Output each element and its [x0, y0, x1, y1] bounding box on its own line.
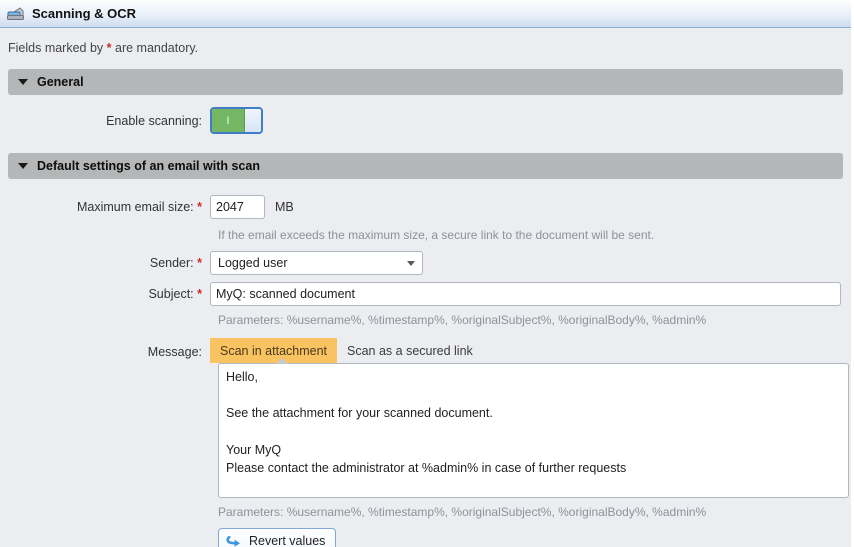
section-title: Default settings of an email with scan [37, 159, 260, 173]
chevron-down-icon [18, 163, 28, 169]
revert-arrow-icon [226, 534, 242, 547]
section-title: General [37, 75, 84, 89]
subject-row: Subject: * [0, 282, 851, 306]
enable-scanning-row: Enable scanning: I [0, 107, 851, 134]
max-email-size-input[interactable] [210, 195, 265, 219]
page-title: Scanning & OCR [32, 6, 136, 21]
max-email-size-label: Maximum email size: * [0, 200, 210, 214]
max-email-size-unit: MB [275, 200, 294, 214]
enable-scanning-toggle[interactable]: I [210, 107, 263, 134]
chevron-down-icon [407, 261, 415, 266]
message-tabs: Scan in attachment Scan as a secured lin… [210, 338, 483, 363]
active-tab-notch [276, 358, 288, 364]
enable-scanning-label: Enable scanning: [0, 114, 210, 128]
message-editor-wrap: Hello, See the attachment for your scann… [218, 363, 851, 498]
scanning-ocr-settings-page: Scanning & OCR Fields marked by * are ma… [0, 0, 851, 547]
page-titlebar: Scanning & OCR [0, 0, 851, 28]
message-tabs-row: Message: Scan in attachment Scan as a se… [0, 338, 851, 363]
section-header-general[interactable]: General [8, 69, 843, 95]
required-asterisk: * [197, 256, 202, 270]
section-header-email-defaults[interactable]: Default settings of an email with scan [8, 153, 843, 179]
subject-label: Subject: * [0, 287, 210, 301]
toggle-knob [245, 109, 261, 132]
required-asterisk: * [197, 200, 202, 214]
max-email-size-row: Maximum email size: * MB [0, 195, 851, 219]
mandatory-note: Fields marked by * are mandatory. [0, 28, 851, 63]
message-label: Message: [0, 345, 210, 363]
toggle-on-segment: I [212, 109, 245, 132]
mandatory-note-prefix: Fields marked by [8, 41, 107, 55]
tab-scan-as-secured-link[interactable]: Scan as a secured link [337, 338, 483, 363]
sender-dropdown-value: Logged user [218, 256, 407, 270]
scanner-icon [7, 6, 25, 21]
revert-row: Revert values [218, 528, 851, 547]
message-params-help: Parameters: %username%, %timestamp%, %or… [218, 505, 851, 519]
message-textarea[interactable]: Hello, See the attachment for your scann… [218, 363, 849, 498]
revert-values-button[interactable]: Revert values [218, 528, 336, 547]
sender-dropdown[interactable]: Logged user [210, 251, 423, 275]
sender-label: Sender: * [0, 256, 210, 270]
required-asterisk: * [197, 287, 202, 301]
tab-scan-in-attachment[interactable]: Scan in attachment [210, 338, 337, 363]
mandatory-note-suffix: are mandatory. [112, 41, 199, 55]
sender-row: Sender: * Logged user [0, 251, 851, 275]
subject-input[interactable] [210, 282, 841, 306]
chevron-down-icon [18, 79, 28, 85]
revert-values-label: Revert values [249, 534, 325, 547]
max-email-size-help: If the email exceeds the maximum size, a… [218, 228, 851, 242]
subject-params-help: Parameters: %username%, %timestamp%, %or… [218, 313, 851, 327]
